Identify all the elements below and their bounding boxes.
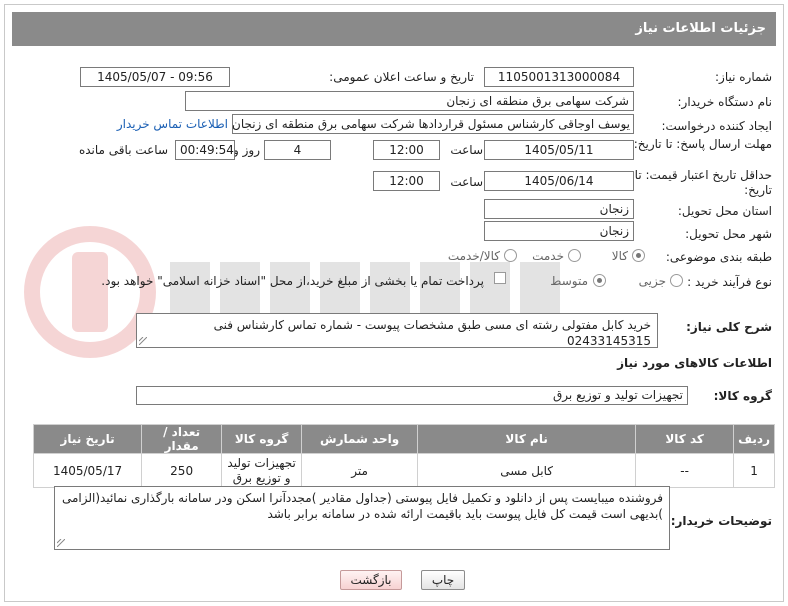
remaining-time-field[interactable]: 00:49:54 [175,140,235,160]
cell-qty: 250 [141,453,223,488]
description-text: خرید کابل مفتولی رشته ای مسی طبق مشخصات … [213,318,651,348]
cell-code: -- [635,453,735,488]
col-name: نام کالا [417,424,637,454]
col-qty: تعداد / مقدار [141,424,223,454]
category-option-service: خدمت [532,249,564,263]
province-field[interactable]: زنجان [484,199,634,219]
price-time-label: ساعت [450,175,483,189]
col-date: تاریخ نیاز [32,424,143,454]
creator-field[interactable]: یوسف اوجاقی کارشناس مسئول قراردادها شرکت… [232,114,634,134]
goods-group-field[interactable]: تجهیزات تولید و توزیع برق [136,386,688,405]
treasury-payment-note: پرداخت تمام یا بخشی از مبلغ خرید،از محل … [101,274,484,288]
process-option-small: جزیی [638,274,666,288]
back-button[interactable]: بازگشت [340,570,402,590]
reply-time-label: ساعت [450,143,483,157]
category-radio-goods[interactable] [632,249,645,262]
announce-date-label: تاریخ و ساعت اعلان عمومی: [329,70,474,84]
cell-unit: متر [301,453,419,488]
cell-group: تجهیزات تولید و توزیع برق [221,453,303,488]
process-radio-medium[interactable] [593,274,606,287]
table-row[interactable]: 1 -- کابل مسی متر تجهیزات تولید و توزیع … [32,453,775,488]
category-label: طبقه بندی موضوعی: [665,250,772,264]
col-unit: واحد شمارش [301,424,419,454]
process-radio-small[interactable] [670,274,683,287]
price-time-field[interactable]: 12:00 [373,171,440,191]
price-deadline-label: حداقل تاریخ اعتبار قیمت: تا تاریخ: [634,168,772,197]
cell-date: 1405/05/17 [32,453,143,488]
buyer-contact-link[interactable]: اطلاعات تماس خریدار [117,117,228,131]
need-number-field[interactable]: 1105001313000084 [484,67,634,87]
remaining-time-label: ساعت باقی مانده [78,143,168,157]
description-textarea[interactable]: خرید کابل مفتولی رشته ای مسی طبق مشخصات … [136,313,658,348]
goods-section-title: اطلاعات کالاهای مورد نیاز [617,356,772,370]
days-label: روز و [233,143,260,157]
cell-name: کابل مسی [417,453,637,488]
process-option-medium: متوسط [550,274,588,288]
category-option-goods: کالا [611,249,628,263]
price-date-field[interactable]: 1405/06/14 [484,171,634,191]
col-code: کد کالا [635,424,735,454]
need-number-label: شماره نیاز: [715,70,772,84]
category-radio-service[interactable] [568,249,581,262]
table-header-row: ردیف کد کالا نام کالا واحد شمارش گروه کا… [32,424,775,454]
reply-time-field[interactable]: 12:00 [373,140,440,160]
col-row: ردیف [733,424,775,454]
city-label: شهر محل تحویل: [685,227,772,241]
cell-row: 1 [733,453,775,488]
col-group: گروه کالا [221,424,303,454]
buyer-notes-label: توضیحات خریدار: [670,514,772,528]
category-radio-goods-service[interactable] [504,249,517,262]
announce-date-field[interactable]: 1405/05/07 - 09:56 [80,67,230,87]
process-type-label: نوع فرآیند خرید : [687,275,772,289]
category-option-goods-service: کالا/خدمت [447,249,500,263]
buyer-org-label: نام دستگاه خریدار: [677,95,773,109]
goods-group-label: گروه کالا: [713,389,772,403]
resize-grip-icon[interactable] [139,337,147,345]
print-button[interactable]: چاپ [421,570,465,590]
reply-deadline-label: مهلت ارسال پاسخ: تا تاریخ: [633,137,772,151]
description-label: شرح کلی نیاز: [686,320,772,334]
reply-date-field[interactable]: 1405/05/11 [484,140,634,160]
days-field[interactable]: 4 [264,140,331,160]
buyer-org-field[interactable]: شرکت سهامی برق منطقه ای زنجان [185,91,634,111]
buyer-notes-text: فروشنده میبایست پس از دانلود و تکمیل فای… [61,491,663,521]
buyer-notes-textarea[interactable]: فروشنده میبایست پس از دانلود و تکمیل فای… [54,486,670,550]
city-field[interactable]: زنجان [484,221,634,241]
resize-grip-icon[interactable] [57,539,65,547]
page-title: جزئیات اطلاعات نیاز [12,12,776,46]
province-label: استان محل تحویل: [677,204,772,218]
goods-table: ردیف کد کالا نام کالا واحد شمارش گروه کا… [32,424,775,488]
treasury-payment-checkbox[interactable] [494,272,506,284]
creator-label: ایجاد کننده درخواست: [661,119,772,133]
